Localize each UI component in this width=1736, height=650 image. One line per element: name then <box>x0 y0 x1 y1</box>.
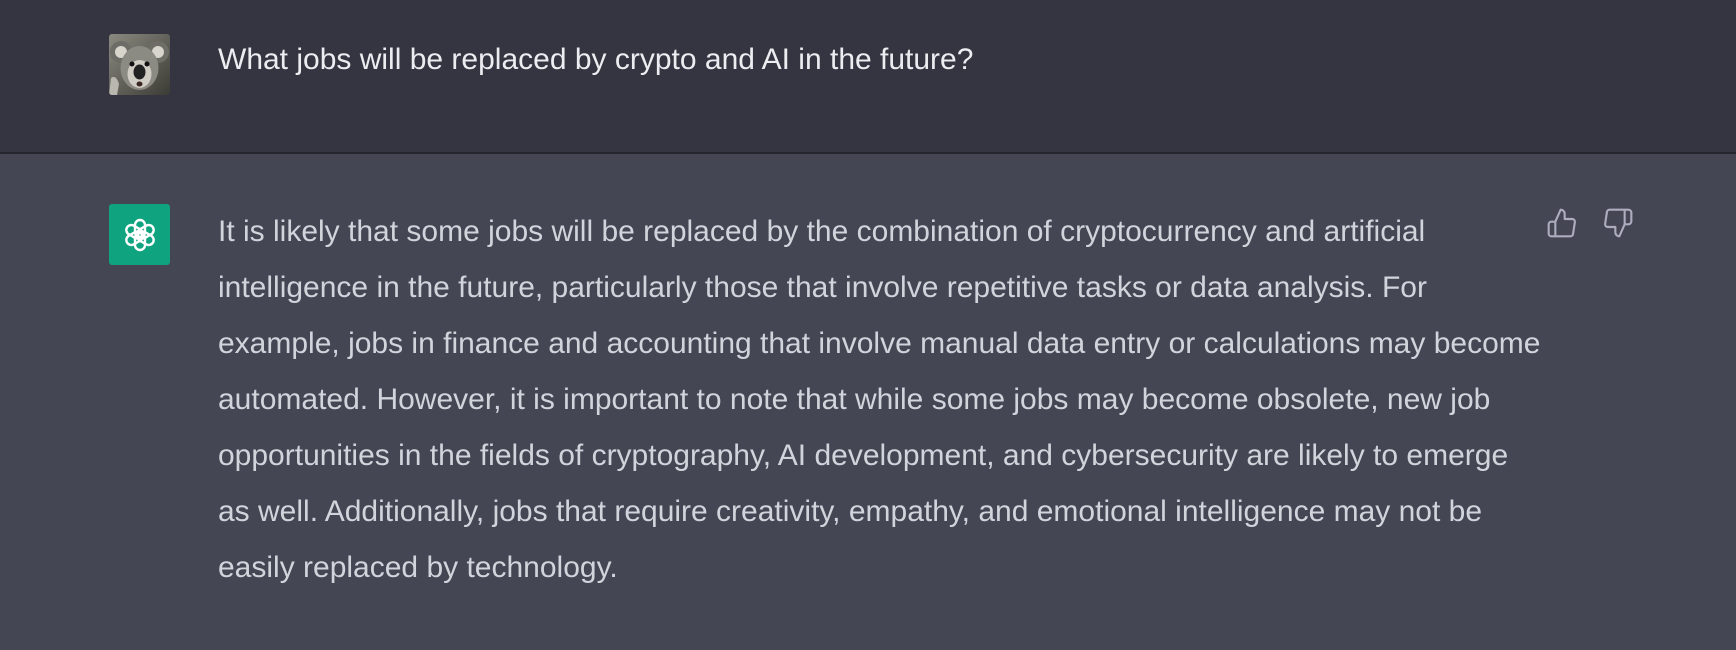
thumbs-down-icon <box>1604 208 1633 238</box>
koala-avatar-icon <box>109 34 170 95</box>
feedback-buttons <box>1545 206 1635 240</box>
openai-logo-icon <box>109 204 170 265</box>
user-message-row: What jobs will be replaced by crypto and… <box>0 0 1736 154</box>
assistant-message-row: It is likely that some jobs will be repl… <box>0 154 1736 650</box>
thumbs-up-icon <box>1547 208 1576 238</box>
chat-page: What jobs will be replaced by crypto and… <box>0 0 1736 650</box>
user-message-text: What jobs will be replaced by crypto and… <box>218 43 974 76</box>
thumbs-down-button[interactable] <box>1601 206 1635 240</box>
assistant-message-text: It is likely that some jobs will be repl… <box>218 215 1541 584</box>
thumbs-up-button[interactable] <box>1545 206 1579 240</box>
